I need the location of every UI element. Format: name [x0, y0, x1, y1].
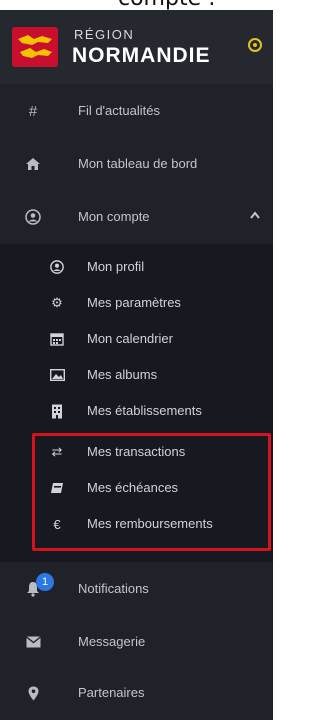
account-submenu: Mon profil ⚙ Mes paramètres Mon calendri…	[0, 244, 273, 562]
credit-card-icon	[48, 479, 66, 497]
user-circle-icon	[48, 258, 66, 276]
menu-item-notifications[interactable]: 1 Notifications	[0, 562, 273, 616]
menu-item-partenaires[interactable]: Partenaires	[0, 666, 273, 720]
hash-icon: #	[28, 102, 38, 120]
menu-item-fil-actualites[interactable]: # Fil d'actualités	[0, 84, 273, 138]
menu-label-mon-compte: Mon compte	[78, 209, 150, 224]
submenu-label-etablissements: Mes établissements	[87, 403, 202, 418]
chevron-up-icon[interactable]	[250, 208, 260, 222]
submenu-item-transactions[interactable]: ⇄ Mes transactions	[0, 434, 273, 470]
menu-label-tableau-de-bord: Mon tableau de bord	[78, 156, 198, 171]
user-circle-icon	[24, 208, 42, 226]
sidebar: RÉGION NORMANDIE # Fil d'actualités Mon …	[0, 10, 273, 720]
menu-label-notifications: Notifications	[78, 581, 149, 596]
submenu-item-etablissements[interactable]: Mes établissements	[0, 393, 273, 429]
caption-text: compte :	[118, 0, 216, 10]
image-icon	[48, 366, 66, 384]
brand-top: RÉGION	[74, 27, 135, 42]
menu-item-tableau-de-bord[interactable]: Mon tableau de bord	[0, 137, 273, 191]
submenu-item-echeances[interactable]: Mes échéances	[0, 470, 273, 506]
submenu-item-profil[interactable]: Mon profil	[0, 249, 273, 285]
submenu-label-remboursements: Mes remboursements	[87, 516, 213, 531]
menu-item-mon-compte[interactable]: Mon compte	[0, 190, 273, 244]
status-icon[interactable]	[248, 38, 262, 52]
menu-label-messagerie: Messagerie	[78, 634, 146, 649]
submenu-label-albums: Mes albums	[87, 367, 158, 382]
envelope-icon	[24, 633, 42, 651]
submenu-label-profil: Mon profil	[87, 259, 145, 274]
home-icon	[24, 155, 42, 173]
cropped-caption: compte :	[0, 0, 273, 10]
gear-icon: ⚙	[51, 295, 63, 310]
euro-icon: €	[53, 516, 61, 532]
notification-count-badge: 1	[36, 573, 54, 591]
submenu-item-parametres[interactable]: ⚙ Mes paramètres	[0, 285, 273, 321]
normandie-logo[interactable]	[12, 27, 58, 67]
exchange-icon: ⇄	[51, 444, 63, 459]
building-icon	[48, 402, 66, 420]
menu-label-partenaires: Partenaires	[78, 685, 145, 700]
submenu-item-albums[interactable]: Mes albums	[0, 357, 273, 393]
map-marker-icon	[24, 684, 42, 702]
brand-main: NORMANDIE	[72, 44, 211, 67]
submenu-item-remboursements[interactable]: € Mes remboursements	[0, 506, 273, 542]
submenu-item-calendrier[interactable]: Mon calendrier	[0, 321, 273, 357]
sidebar-header: RÉGION NORMANDIE	[0, 10, 273, 84]
menu-label-fil-actualites: Fil d'actualités	[78, 103, 160, 118]
submenu-label-parametres: Mes paramètres	[87, 295, 181, 310]
submenu-label-calendrier: Mon calendrier	[87, 331, 173, 346]
submenu-label-echeances: Mes échéances	[87, 480, 179, 495]
calendar-icon	[48, 330, 66, 348]
menu-item-messagerie[interactable]: Messagerie	[0, 615, 273, 669]
submenu-label-transactions: Mes transactions	[87, 444, 186, 459]
